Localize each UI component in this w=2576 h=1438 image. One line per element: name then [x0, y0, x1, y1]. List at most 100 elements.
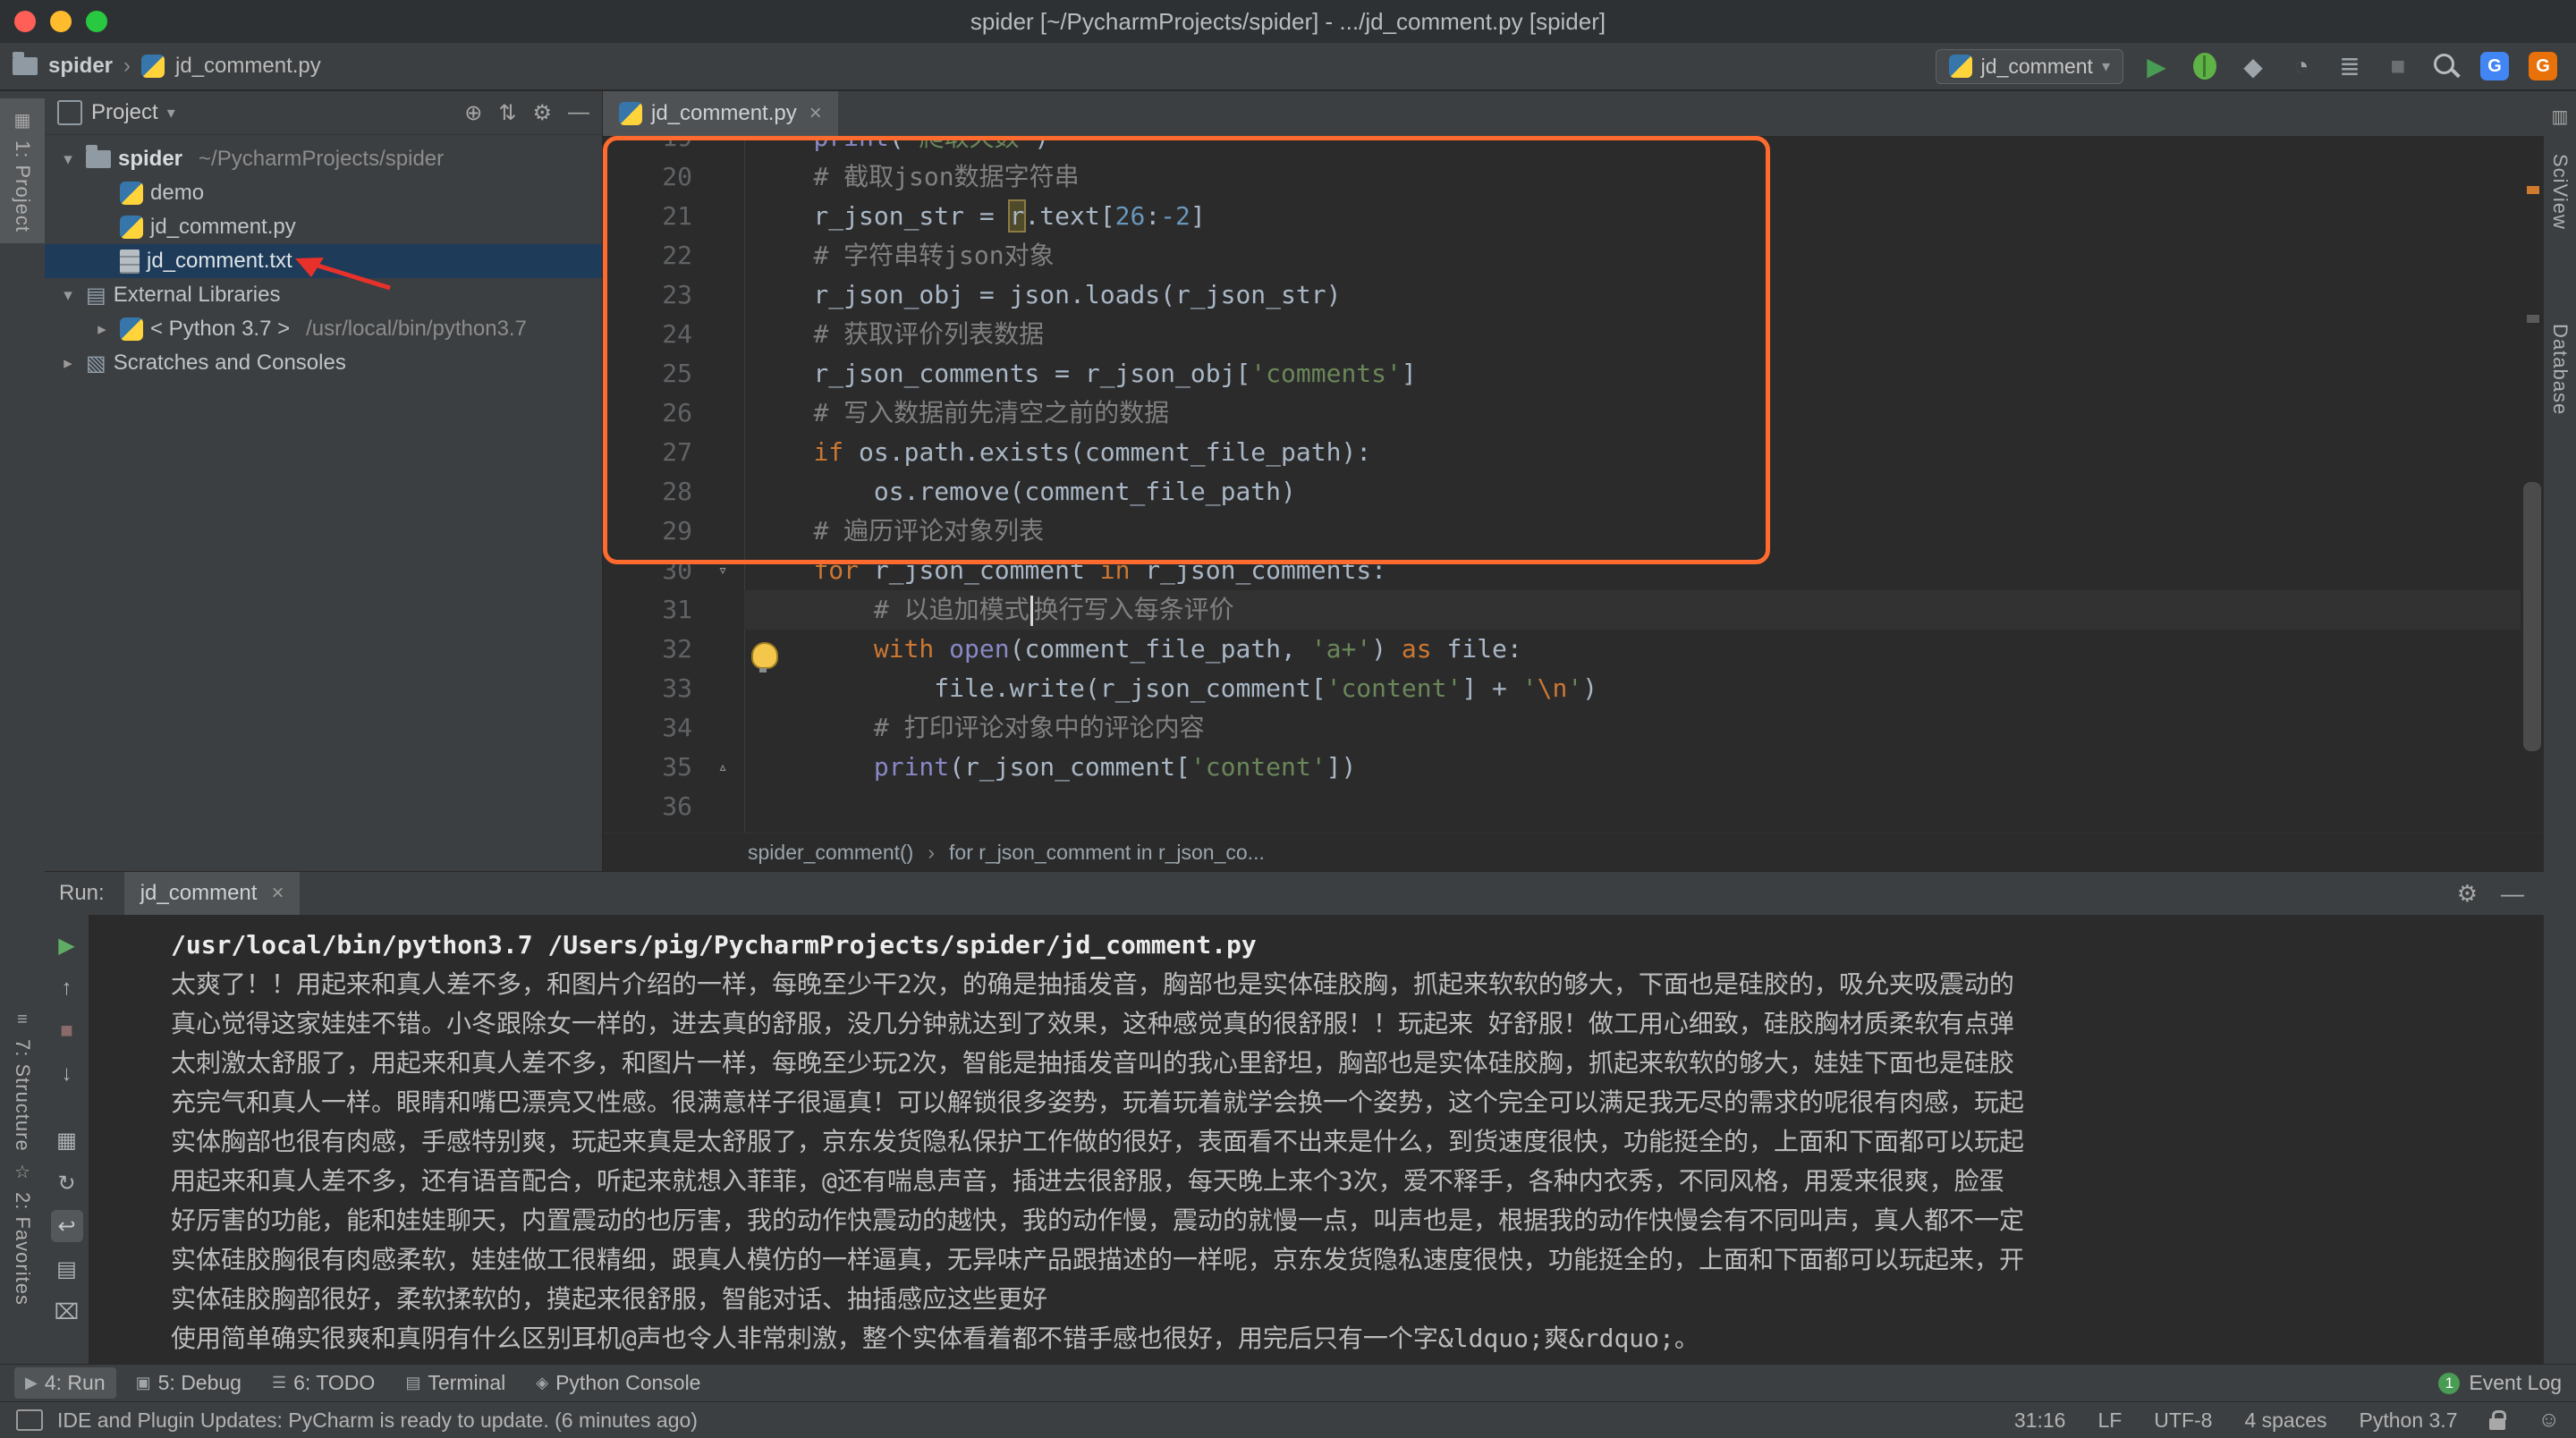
- stripe-label: 2: Favorites: [11, 1192, 34, 1306]
- profiler-icon[interactable]: ◔: [2281, 47, 2322, 85]
- inspections-icon[interactable]: ☺: [2538, 1408, 2560, 1433]
- code-line[interactable]: 28 os.remove(comment_file_path): [603, 472, 2521, 512]
- tree-item[interactable]: jd_comment.txt: [45, 244, 602, 278]
- soft-wrap-icon[interactable]: ↩: [51, 1210, 83, 1242]
- stripe-button-structure[interactable]: ≡7: Structure: [0, 999, 45, 1163]
- code-line[interactable]: 34 # 打印评论对象中的评论内容: [603, 708, 2521, 748]
- code-editor[interactable]: 19 print('爬取天数')20 # 截取json数据字符串21 r_jso…: [603, 136, 2544, 833]
- concurrency-icon[interactable]: ≣: [2329, 47, 2370, 85]
- tree-item[interactable]: ▾spider~/PycharmProjects/spider: [45, 142, 602, 176]
- code-line[interactable]: 33 file.write(r_json_comment['content'] …: [603, 669, 2521, 708]
- breadcrumb-item[interactable]: for r_json_comment in r_json_co...: [949, 841, 1265, 865]
- code-line[interactable]: 29 # 遍历评论对象列表: [603, 512, 2521, 551]
- debug-icon[interactable]: [2184, 47, 2225, 85]
- run-tab[interactable]: jd_comment ×: [124, 872, 301, 915]
- lock-icon[interactable]: [2489, 1418, 2505, 1430]
- expander-icon[interactable]: ▸: [91, 319, 113, 340]
- toolwindow-button-debug[interactable]: ▣5: Debug: [125, 1367, 252, 1399]
- intention-bulb-icon[interactable]: [751, 642, 778, 669]
- clear-icon[interactable]: ⌧: [51, 1296, 83, 1328]
- run-icon[interactable]: ▶: [2136, 47, 2177, 85]
- stripe-button-database[interactable]: Database: [2544, 315, 2576, 424]
- close-icon[interactable]: ×: [809, 101, 822, 126]
- run-console[interactable]: /usr/local/bin/python3.7 /Users/pig/Pych…: [90, 915, 2544, 1364]
- code-line[interactable]: 24 # 获取评价列表数据: [603, 315, 2521, 354]
- stripe-button-sciview[interactable]: SciView: [2544, 145, 2576, 239]
- toolwindow-button-todo[interactable]: ☰6: TODO: [261, 1367, 386, 1399]
- code-line[interactable]: 21 r_json_str = r.text[26:-2]: [603, 197, 2521, 236]
- settings-icon[interactable]: ⚙: [2457, 880, 2478, 908]
- project-panel-title[interactable]: Project: [91, 100, 158, 125]
- line-number: 33: [603, 669, 701, 708]
- code-token: os.path.exists(comment_file_path):: [843, 437, 1371, 467]
- code-line[interactable]: 31 # 以追加模式换行写入每条评价: [603, 590, 2521, 630]
- breadcrumb-file[interactable]: jd_comment.py: [175, 54, 321, 79]
- toolwindow-button-terminal[interactable]: ▤Terminal: [394, 1367, 516, 1399]
- search-icon[interactable]: [2426, 47, 2467, 85]
- editor-scrollbar[interactable]: [2521, 181, 2544, 796]
- settings-icon[interactable]: ⚙: [532, 100, 552, 126]
- status-widget[interactable]: 31:16: [2014, 1408, 2066, 1433]
- tree-item[interactable]: jd_comment.py: [45, 210, 602, 244]
- code-line[interactable]: 20 # 截取json数据字符串: [603, 157, 2521, 197]
- status-widget[interactable]: 4 spaces: [2244, 1408, 2326, 1433]
- scroll-up-icon[interactable]: ↑: [51, 972, 83, 1004]
- code-token: 'content': [1326, 673, 1462, 703]
- status-widget[interactable]: LF: [2097, 1408, 2122, 1433]
- code-text: r_json_str = r.text[26:-2]: [744, 197, 2521, 236]
- print-icon[interactable]: ▤: [51, 1253, 83, 1285]
- right-stripe-top-button[interactable]: ▥: [2544, 97, 2576, 137]
- scrollbar-thumb[interactable]: [2523, 482, 2541, 751]
- tree-item[interactable]: ▾▤External Libraries: [45, 278, 602, 312]
- toolwindow-button-python-console[interactable]: ◈Python Console: [525, 1367, 711, 1399]
- code-line[interactable]: 23 r_json_obj = json.loads(r_json_str): [603, 275, 2521, 315]
- stop-icon[interactable]: ■: [2377, 47, 2419, 85]
- hide-icon[interactable]: —: [568, 100, 589, 125]
- collapse-all-icon[interactable]: ⇅: [498, 100, 516, 126]
- todo-icon: ☰: [272, 1374, 286, 1392]
- close-icon[interactable]: ×: [271, 881, 284, 906]
- stop-icon[interactable]: ■: [51, 1015, 83, 1047]
- fold-marker-icon[interactable]: ▵: [701, 748, 744, 787]
- code-line[interactable]: 35▵ print(r_json_comment['content']): [603, 748, 2521, 787]
- plugin-icon[interactable]: G: [2522, 47, 2563, 85]
- run-icon: ▶: [25, 1374, 38, 1392]
- code-line[interactable]: 19 print('爬取天数'): [603, 136, 2521, 157]
- tree-item[interactable]: ▸▧Scratches and Consoles: [45, 346, 602, 380]
- run-configuration-select[interactable]: jd_comment ▾: [1936, 49, 2123, 84]
- code-line[interactable]: 30▿ for r_json_comment in r_json_comment…: [603, 551, 2521, 590]
- code-line[interactable]: 27 if os.path.exists(comment_file_path):: [603, 433, 2521, 472]
- code-line[interactable]: 22 # 字符串转json对象: [603, 236, 2521, 275]
- code-lines: 19 print('爬取天数')20 # 截取json数据字符串21 r_jso…: [603, 136, 2521, 833]
- expander-icon[interactable]: ▸: [57, 353, 79, 374]
- expander-icon[interactable]: ▾: [57, 285, 79, 306]
- code-text: # 以追加模式换行写入每条评价: [744, 590, 2521, 630]
- code-text: r_json_comments = r_json_obj['comments']: [744, 354, 2521, 393]
- tree-item[interactable]: ▸< Python 3.7 >/usr/local/bin/python3.7: [45, 312, 602, 346]
- stripe-button-favorites[interactable]: ☆2: Favorites: [0, 1150, 45, 1316]
- breadcrumb-project[interactable]: spider: [48, 54, 113, 79]
- status-widget[interactable]: Python 3.7: [2360, 1408, 2458, 1433]
- editor-tab[interactable]: jd_comment.py ×: [603, 91, 838, 136]
- fold-marker-icon[interactable]: ▿: [701, 551, 744, 590]
- code-line[interactable]: 26 # 写入数据前先清空之前的数据: [603, 393, 2521, 433]
- toolwindow-toggle-icon[interactable]: [16, 1409, 43, 1431]
- coverage-icon[interactable]: ◆: [2233, 47, 2274, 85]
- expander-icon[interactable]: ▾: [57, 149, 79, 170]
- rerun-failed-icon[interactable]: ↻: [51, 1167, 83, 1199]
- toolwindow-button-run[interactable]: ▶4: Run: [14, 1367, 116, 1399]
- scroll-down-icon[interactable]: ↓: [51, 1058, 83, 1090]
- stripe-button-project[interactable]: ▦1: Project: [0, 98, 45, 243]
- restore-layout-icon[interactable]: ▦: [51, 1124, 83, 1156]
- translate-plugin-icon[interactable]: G: [2474, 47, 2515, 85]
- hide-icon[interactable]: —: [2501, 880, 2524, 908]
- status-widget[interactable]: UTF-8: [2154, 1408, 2212, 1433]
- tree-item[interactable]: demo: [45, 176, 602, 210]
- event-log-button[interactable]: 1 Event Log: [2438, 1371, 2562, 1395]
- locate-icon[interactable]: ⊕: [464, 100, 482, 126]
- rerun-icon[interactable]: ▶: [51, 929, 83, 961]
- code-line[interactable]: 25 r_json_comments = r_json_obj['comment…: [603, 354, 2521, 393]
- code-line[interactable]: 32 with open(comment_file_path, 'a+') as…: [603, 630, 2521, 669]
- code-line[interactable]: 36: [603, 787, 2521, 826]
- breadcrumb-item[interactable]: spider_comment(): [748, 841, 913, 865]
